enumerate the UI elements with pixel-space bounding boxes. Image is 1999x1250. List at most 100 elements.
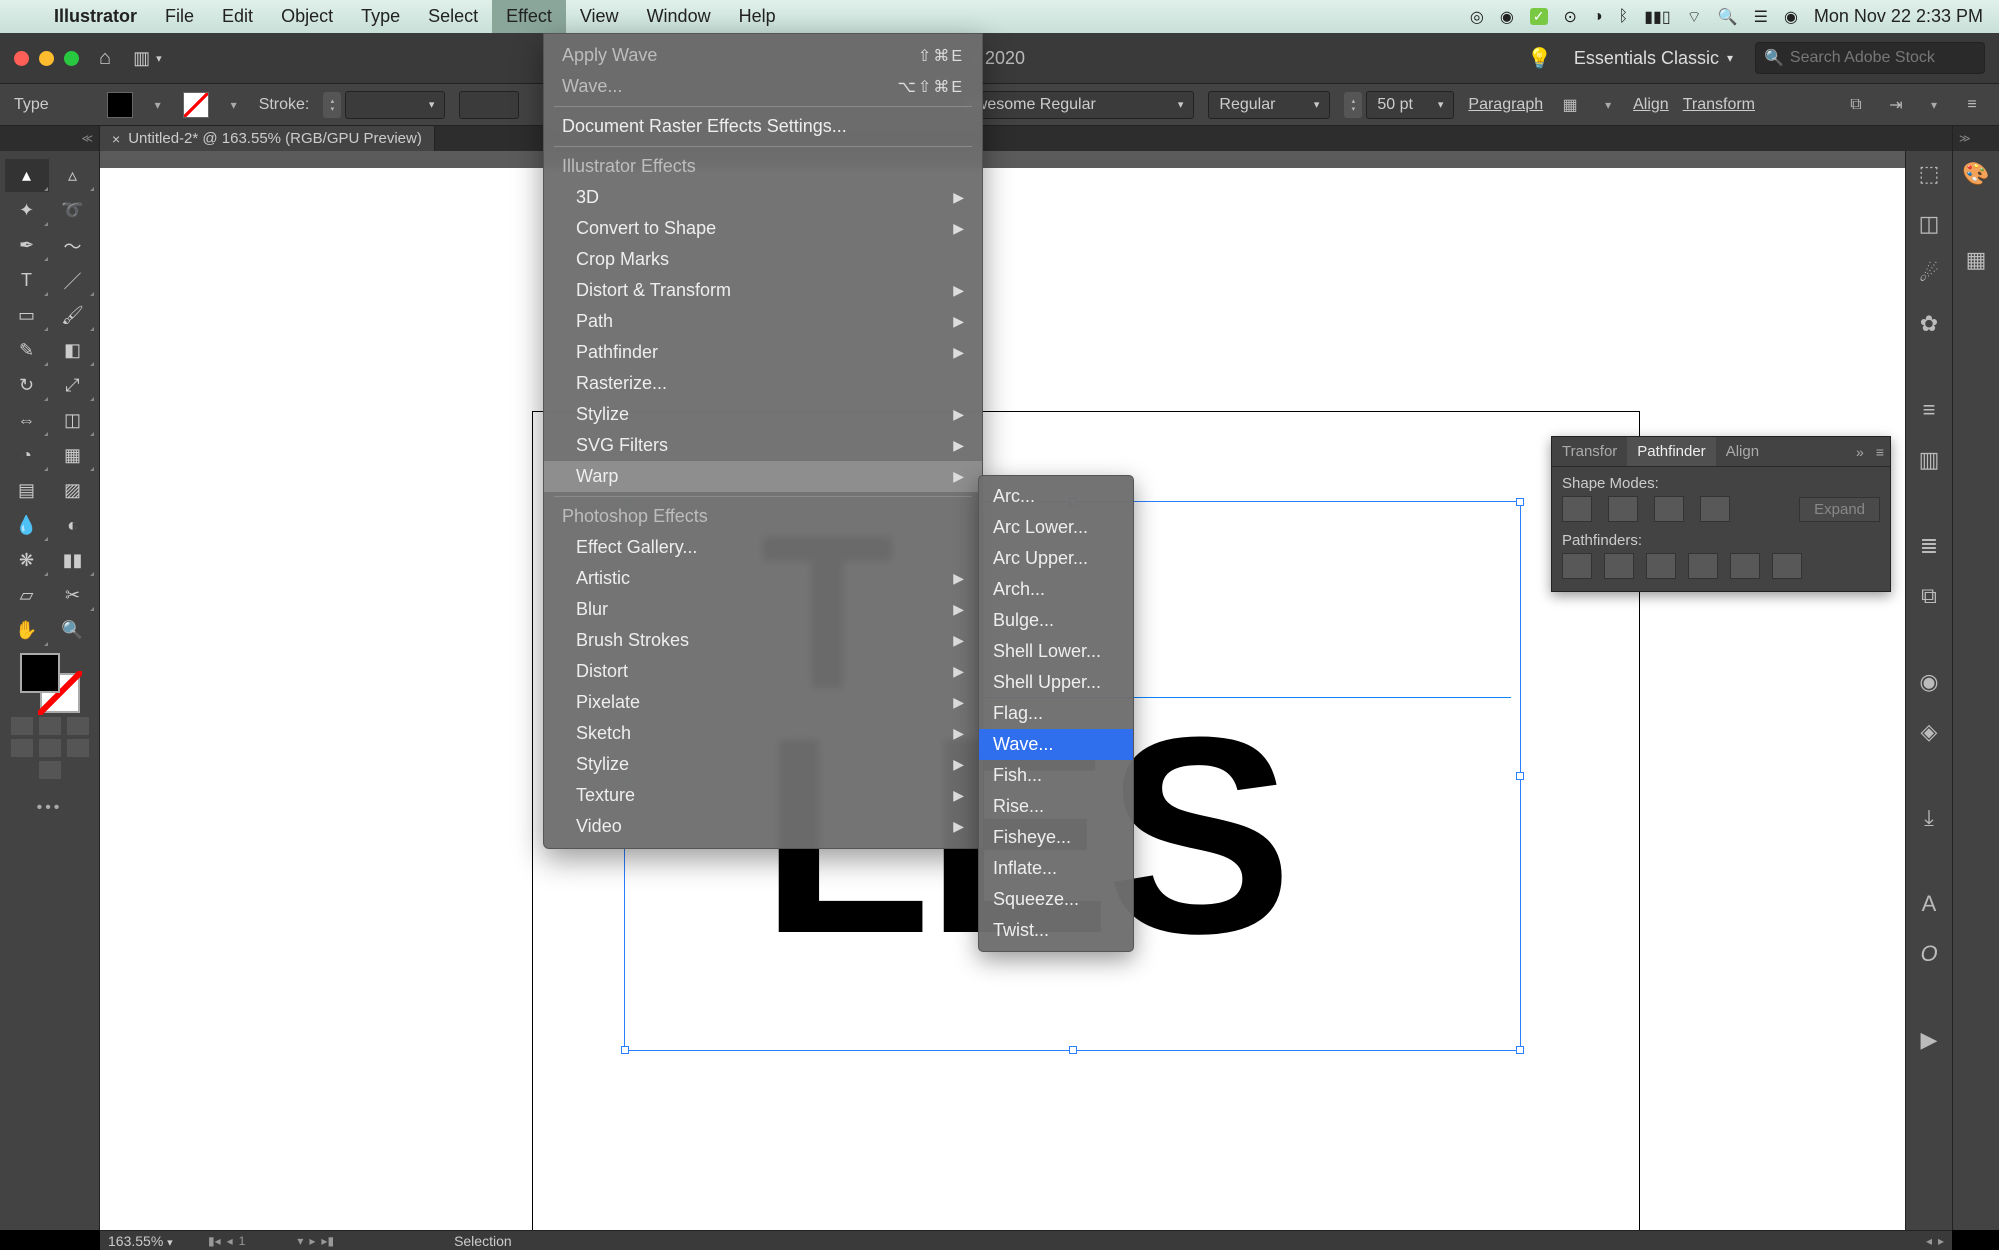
zoom-tool[interactable]: 🔍 xyxy=(51,614,95,647)
screen-mode[interactable] xyxy=(39,761,61,779)
handle[interactable] xyxy=(1069,1046,1077,1054)
menu-item-blur[interactable]: Blur▶ xyxy=(544,594,982,625)
draw-normal[interactable] xyxy=(11,739,33,757)
menu-item-convert-to-shape[interactable]: Convert to Shape▶ xyxy=(544,213,982,244)
trim-button[interactable] xyxy=(1604,553,1634,579)
handle[interactable] xyxy=(1516,1046,1524,1054)
next-artboard-icon[interactable]: ▸ xyxy=(309,1234,315,1248)
warp-item-fisheye-[interactable]: Fisheye... xyxy=(979,822,1133,853)
menu-clock[interactable]: Mon Nov 22 2:33 PM xyxy=(1814,6,1983,27)
menubar-object[interactable]: Object xyxy=(267,0,347,33)
line-tool[interactable]: ／ xyxy=(51,264,95,297)
menubar-select[interactable]: Select xyxy=(414,0,492,33)
arrange-documents[interactable]: ▥ ▾ xyxy=(133,48,162,69)
menu-item-svg-filters[interactable]: SVG Filters▶ xyxy=(544,430,982,461)
paragraph-dd[interactable]: ▾ xyxy=(1597,98,1619,112)
free-transform-tool[interactable]: ◫ xyxy=(51,404,95,437)
menu-item-pathfinder[interactable]: Pathfinder▶ xyxy=(544,337,982,368)
lasso-tool[interactable]: ➰ xyxy=(51,194,95,227)
menu-item-rasterize-[interactable]: Rasterize... xyxy=(544,368,982,399)
intersect-button[interactable] xyxy=(1654,496,1684,522)
handle[interactable] xyxy=(1516,772,1524,780)
menubar-type[interactable]: Type xyxy=(347,0,414,33)
fill-color-icon[interactable] xyxy=(20,653,60,693)
minus-front-button[interactable] xyxy=(1608,496,1638,522)
prev-artboard-icon[interactable]: ◂ xyxy=(227,1234,233,1248)
color-panel-icon[interactable]: 🎨 xyxy=(1962,161,1989,187)
status-zoom[interactable]: 163.55% ▾ xyxy=(108,1233,198,1249)
type-tool[interactable]: T xyxy=(5,264,49,297)
warp-item-shell-lower-[interactable]: Shell Lower... xyxy=(979,636,1133,667)
stroke-swatch[interactable] xyxy=(183,92,209,118)
none-mode[interactable] xyxy=(67,717,89,735)
handle[interactable] xyxy=(621,1046,629,1054)
menu-item-texture[interactable]: Texture▶ xyxy=(544,780,982,811)
stroke-weight-field[interactable]: ▾ xyxy=(345,91,445,119)
warp-item-squeeze-[interactable]: Squeeze... xyxy=(979,884,1133,915)
exclude-button[interactable] xyxy=(1700,496,1730,522)
color-mode[interactable] xyxy=(11,717,33,735)
font-family-field[interactable]: Awesome Regular ▾ xyxy=(954,91,1194,119)
symbols-panel-icon[interactable]: ✿ xyxy=(1920,311,1938,337)
menu-item-3d[interactable]: 3D▶ xyxy=(544,182,982,213)
panel-menu-icon[interactable]: ≡ xyxy=(1870,444,1890,460)
menubar-window[interactable]: Window xyxy=(633,0,725,33)
status-icon-4[interactable]: ⊙ xyxy=(1564,7,1577,27)
edit-toolbar[interactable]: ••• xyxy=(37,799,63,817)
transform-link[interactable]: Transform xyxy=(1683,96,1755,114)
hand-tool[interactable]: ✋ xyxy=(5,614,49,647)
warp-item-rise-[interactable]: Rise... xyxy=(979,791,1133,822)
fill-swatch[interactable] xyxy=(107,92,133,118)
properties-panel-icon[interactable]: ⬚ xyxy=(1919,161,1940,187)
menubar-edit[interactable]: Edit xyxy=(208,0,267,33)
menu-item-video[interactable]: Video▶ xyxy=(544,811,982,842)
draw-inside[interactable] xyxy=(67,739,89,757)
warp-item-inflate-[interactable]: Inflate... xyxy=(979,853,1133,884)
expand-button[interactable]: Expand xyxy=(1799,497,1880,522)
rectangle-tool[interactable]: ▭ xyxy=(5,299,49,332)
menu-item-pixelate[interactable]: Pixelate▶ xyxy=(544,687,982,718)
siri-icon[interactable]: ◉ xyxy=(1784,7,1798,27)
workspace-switcher[interactable]: Essentials Classic ▾ xyxy=(1574,48,1733,69)
font-size-stepper[interactable]: ▴▾ xyxy=(1344,92,1362,118)
swatches-panel-icon[interactable]: ▦ xyxy=(1966,247,1987,273)
minimize-window-button[interactable] xyxy=(39,51,54,66)
align-to-icon[interactable]: ⇥ xyxy=(1883,92,1909,118)
last-artboard-icon[interactable]: ▸▮ xyxy=(321,1234,334,1248)
menu-item-effect-gallery-[interactable]: Effect Gallery... xyxy=(544,532,982,563)
warp-item-fish-[interactable]: Fish... xyxy=(979,760,1133,791)
warp-item-twist-[interactable]: Twist... xyxy=(979,915,1133,946)
menu-item-distort-transform[interactable]: Distort & Transform▶ xyxy=(544,275,982,306)
eyedropper-tool[interactable]: 💧 xyxy=(5,509,49,542)
spotlight-icon[interactable]: 🔍 xyxy=(1718,7,1738,27)
bluetooth-icon[interactable]: ᛒ xyxy=(1619,8,1629,26)
gradient-tool[interactable]: ▨ xyxy=(51,474,95,507)
warp-item-arc-lower-[interactable]: Arc Lower... xyxy=(979,512,1133,543)
first-artboard-icon[interactable]: ▮◂ xyxy=(208,1234,221,1248)
minus-back-button[interactable] xyxy=(1772,553,1802,579)
symbol-sprayer-tool[interactable]: ❋ xyxy=(5,544,49,577)
blend-tool[interactable]: ◐ xyxy=(51,509,95,542)
left-dock-toggle[interactable]: ≪ xyxy=(0,126,100,151)
menubar-file[interactable]: File xyxy=(151,0,208,33)
options-icon[interactable]: ≡ xyxy=(1959,92,1985,118)
search-adobe-stock[interactable]: 🔍 Search Adobe Stock xyxy=(1755,42,1985,74)
warp-item-arc-upper-[interactable]: Arc Upper... xyxy=(979,543,1133,574)
menu-item-distort[interactable]: Distort▶ xyxy=(544,656,982,687)
warp-item-wave-[interactable]: Wave... xyxy=(979,729,1133,760)
column-graph-tool[interactable]: ▮▮ xyxy=(51,544,95,577)
unite-button[interactable] xyxy=(1562,496,1592,522)
scale-tool[interactable]: ⤢ xyxy=(51,369,95,402)
control-center-icon[interactable]: ☰ xyxy=(1754,7,1768,27)
handle[interactable] xyxy=(1516,498,1524,506)
warp-item-arch-[interactable]: Arch... xyxy=(979,574,1133,605)
artboard-nav[interactable]: ▮◂ ◂ 1 ▾ ▸ ▸▮ xyxy=(208,1234,334,1248)
stroke-dd[interactable]: ▾ xyxy=(223,98,245,112)
menubar-effect[interactable]: Effect xyxy=(492,0,566,33)
warp-item-flag-[interactable]: Flag... xyxy=(979,698,1133,729)
mesh-tool[interactable]: ▤ xyxy=(5,474,49,507)
close-tab-icon[interactable]: × xyxy=(112,131,120,147)
actions-panel-icon[interactable]: ▶ xyxy=(1921,1027,1938,1053)
battery-icon[interactable]: ▮▮▯ xyxy=(1644,7,1670,27)
draw-behind[interactable] xyxy=(39,739,61,757)
